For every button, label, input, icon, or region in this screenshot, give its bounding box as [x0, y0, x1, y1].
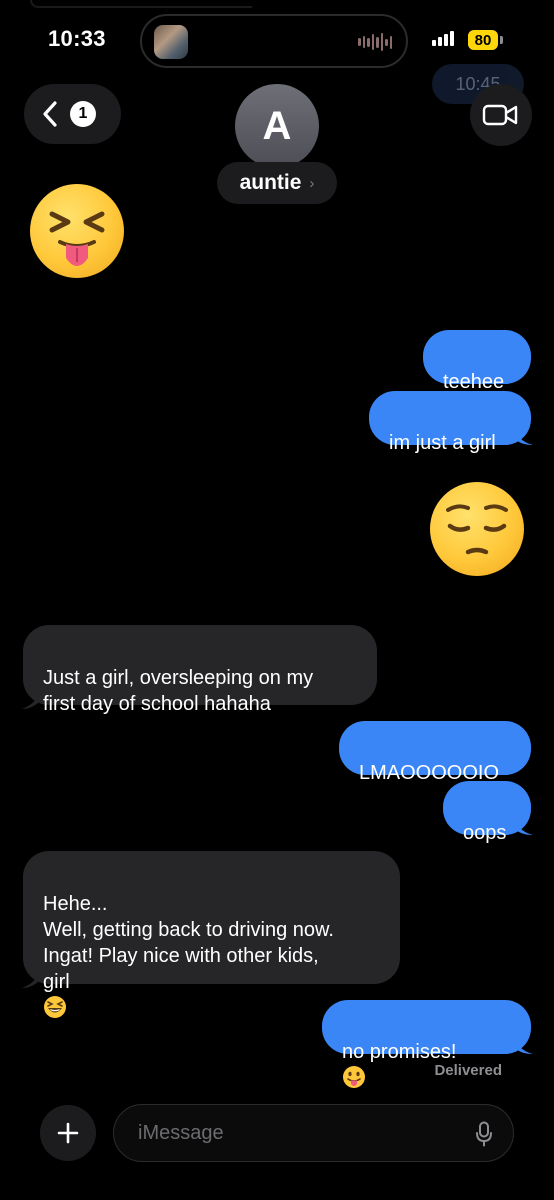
microphone-icon[interactable]	[475, 1121, 493, 1147]
facetime-video-button[interactable]	[470, 84, 532, 146]
bubble-tail	[22, 689, 40, 709]
received-message-bubble[interactable]: Just a girl, oversleeping on my first da…	[23, 625, 377, 715]
message-text: oops	[463, 822, 507, 844]
delivery-status: Delivered	[434, 1062, 502, 1079]
battery-tip	[500, 36, 503, 44]
status-time: 10:33	[48, 26, 106, 51]
plus-icon	[57, 1122, 79, 1144]
message-text: teehee	[443, 371, 505, 393]
imessage-input-field[interactable]	[113, 1104, 514, 1162]
chevron-right-icon: ›	[309, 174, 315, 192]
sent-message-bubble[interactable]: no promises!	[322, 1000, 531, 1088]
received-message-bubble[interactable]: Hehe... Well, getting back to driving no…	[23, 851, 400, 1018]
battery-icon: 80	[468, 30, 498, 50]
pensive-face-icon	[446, 504, 508, 555]
grinning-squinting-face-icon	[44, 996, 66, 1018]
message-text: im just a girl	[389, 432, 496, 454]
pensive-face-emoji	[430, 482, 524, 576]
bubble-tail	[515, 427, 533, 445]
sent-message-bubble[interactable]: LMAOOOOOIO	[339, 721, 531, 784]
audio-waveform-icon	[358, 32, 392, 52]
message-text: Just a girl, oversleeping on my first da…	[43, 667, 314, 715]
bubble-tail	[22, 968, 40, 988]
squinting-face-with-tongue-icon	[49, 211, 105, 266]
sent-message-bubble[interactable]: teehee	[423, 330, 531, 393]
dynamic-island[interactable]	[140, 14, 408, 68]
unread-badge: 1	[70, 101, 96, 127]
contact-name: auntie	[239, 171, 302, 194]
overlay-artifact	[30, 0, 252, 8]
message-input[interactable]	[136, 1120, 460, 1146]
face-with-tongue-icon	[343, 1066, 365, 1088]
bubble-tail	[515, 1036, 533, 1054]
apps-plus-button[interactable]	[40, 1105, 96, 1161]
contact-name-button[interactable]: auntie ›	[217, 162, 337, 204]
now-playing-artwork	[154, 25, 188, 59]
messages-screen: 10:45 10:33 80 1 A auntie › teehee im ju…	[0, 0, 554, 1200]
sent-message-bubble[interactable]: im just a girl	[369, 391, 531, 454]
contact-avatar[interactable]: A	[235, 84, 319, 168]
chevron-left-icon	[43, 101, 57, 127]
message-text: no promises!	[342, 1041, 457, 1063]
bubble-tail	[515, 817, 533, 835]
message-text: Hehe... Well, getting back to driving no…	[43, 893, 334, 993]
squinting-face-with-tongue-emoji	[30, 184, 124, 278]
back-button[interactable]: 1	[24, 84, 121, 144]
cellular-signal-icon	[432, 31, 454, 46]
video-camera-icon	[482, 104, 518, 126]
